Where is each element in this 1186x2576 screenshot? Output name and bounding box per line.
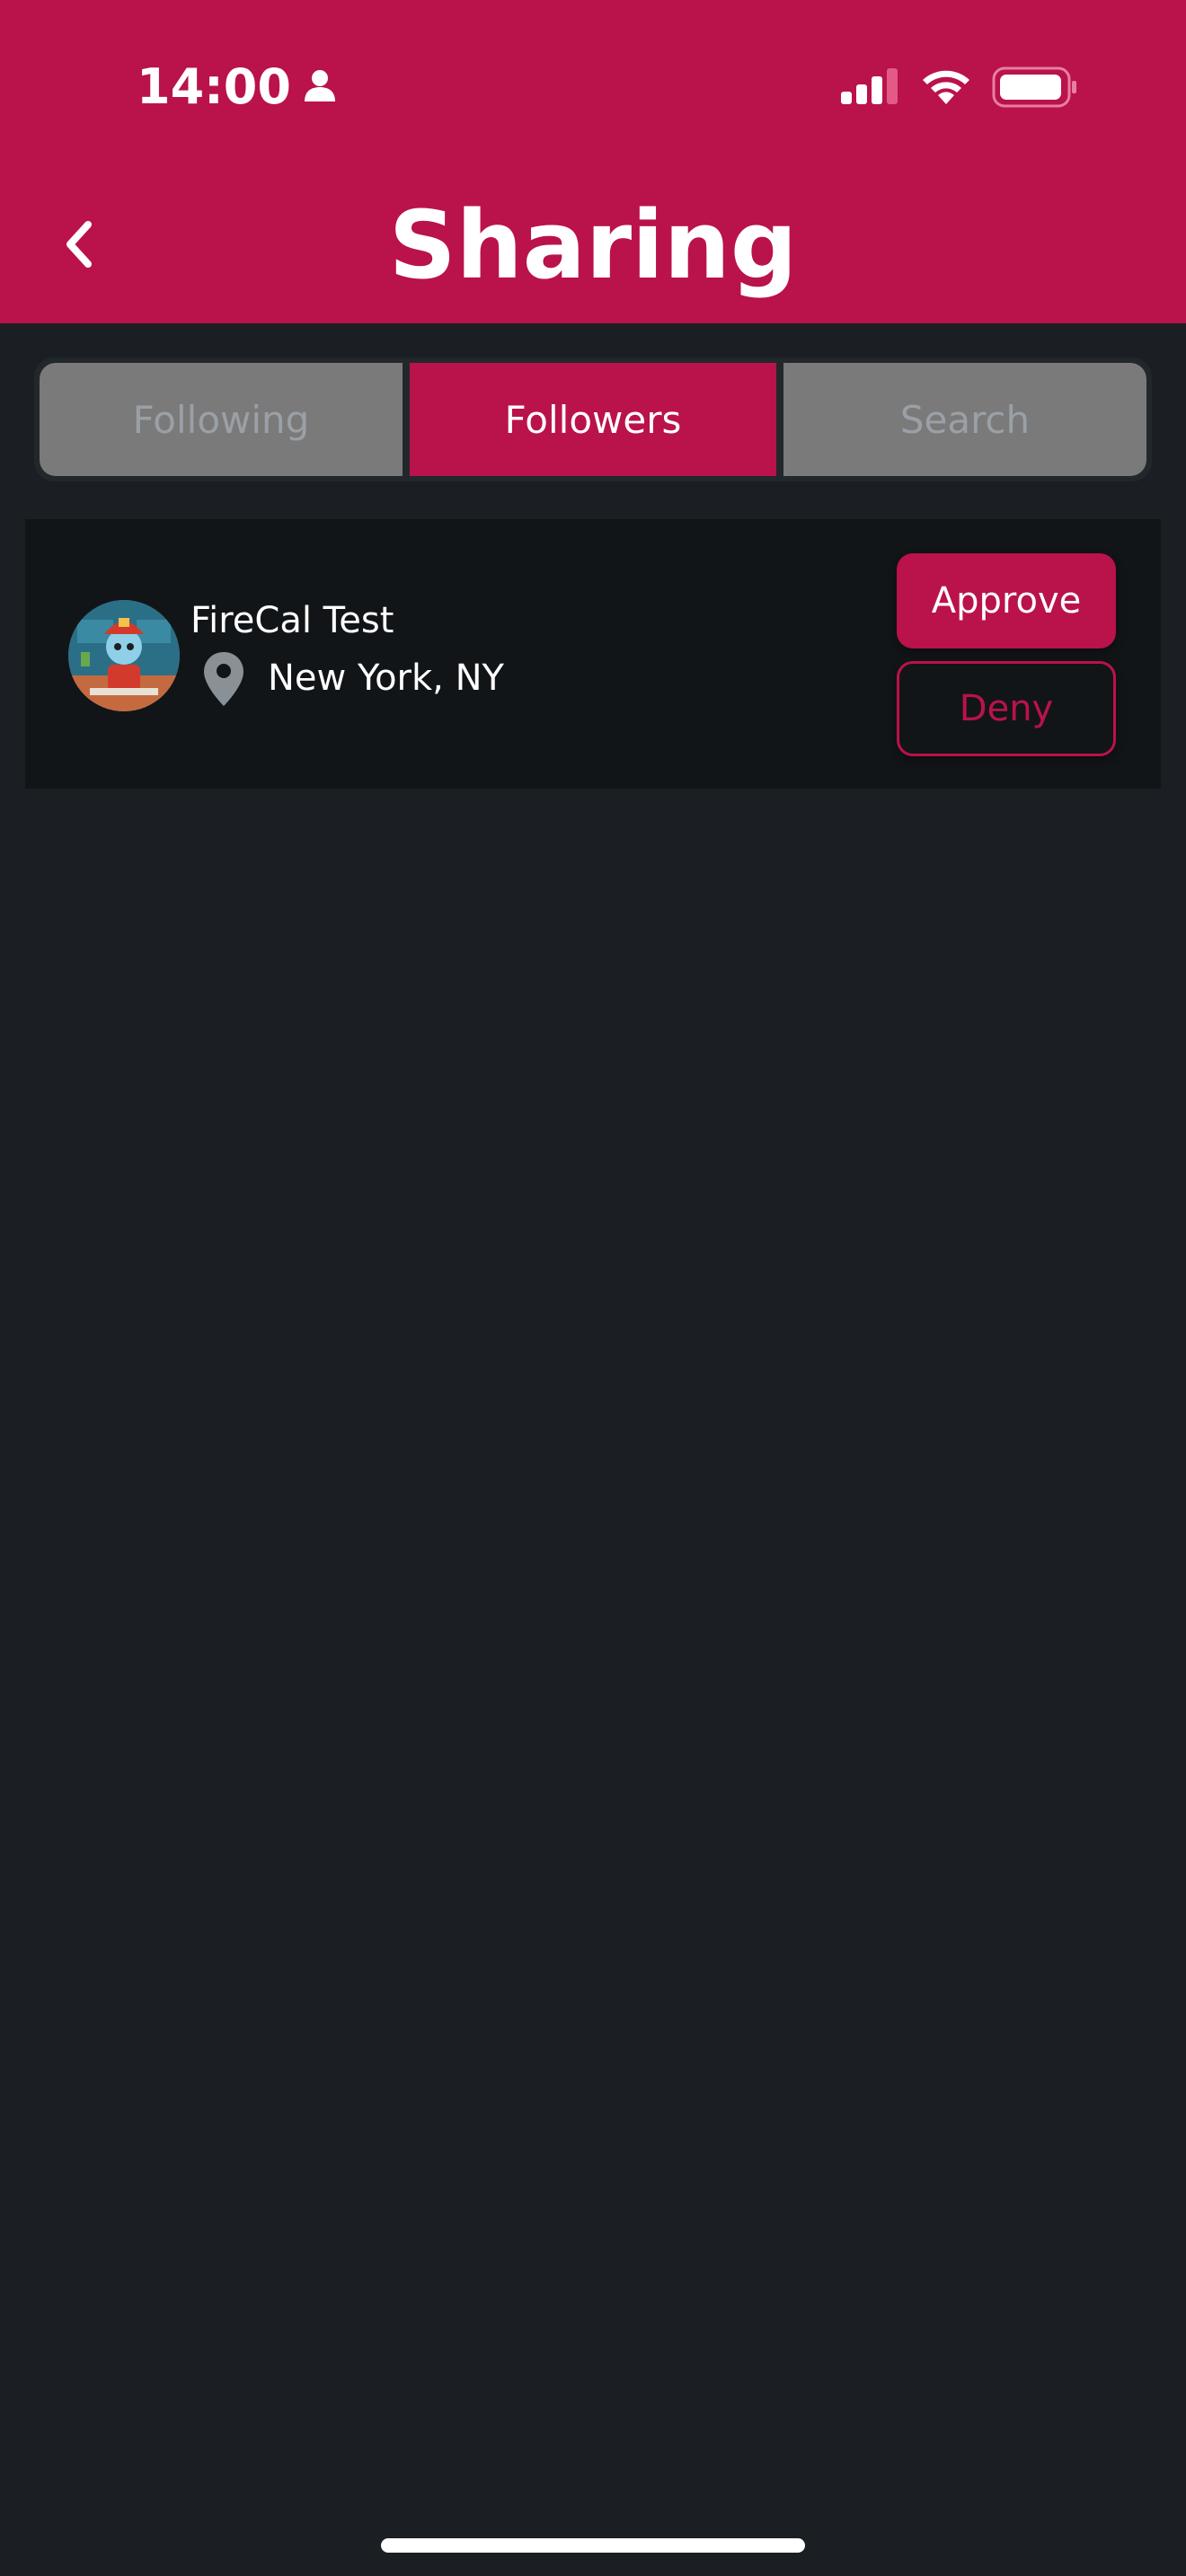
tab-followers[interactable]: Followers <box>410 363 776 476</box>
wifi-icon <box>918 65 974 110</box>
person-icon <box>302 56 338 119</box>
home-indicator[interactable] <box>381 2538 805 2553</box>
header-bar: 14:00 Sharing <box>0 0 1186 323</box>
status-bar-time: 14:00 <box>137 56 338 119</box>
sharing-tabs: Following Followers Search <box>34 357 1152 481</box>
page-title: Sharing <box>388 190 798 300</box>
status-time-text: 14:00 <box>137 58 291 115</box>
sharing-screen: 14:00 Sharing Following Followers Search… <box>0 0 1186 2576</box>
avatar[interactable] <box>68 600 180 711</box>
follower-name: FireCal Test <box>190 600 394 641</box>
signal-icon <box>841 68 900 108</box>
follower-request-card: FireCal Test New York, NY Approve Deny <box>25 519 1161 789</box>
approve-button[interactable]: Approve <box>897 553 1116 648</box>
tab-search[interactable]: Search <box>783 363 1146 476</box>
follower-location: New York, NY <box>268 657 504 699</box>
battery-icon <box>992 66 1078 111</box>
deny-button[interactable]: Deny <box>897 661 1116 756</box>
tab-following[interactable]: Following <box>40 363 403 476</box>
map-pin-icon <box>201 650 246 711</box>
